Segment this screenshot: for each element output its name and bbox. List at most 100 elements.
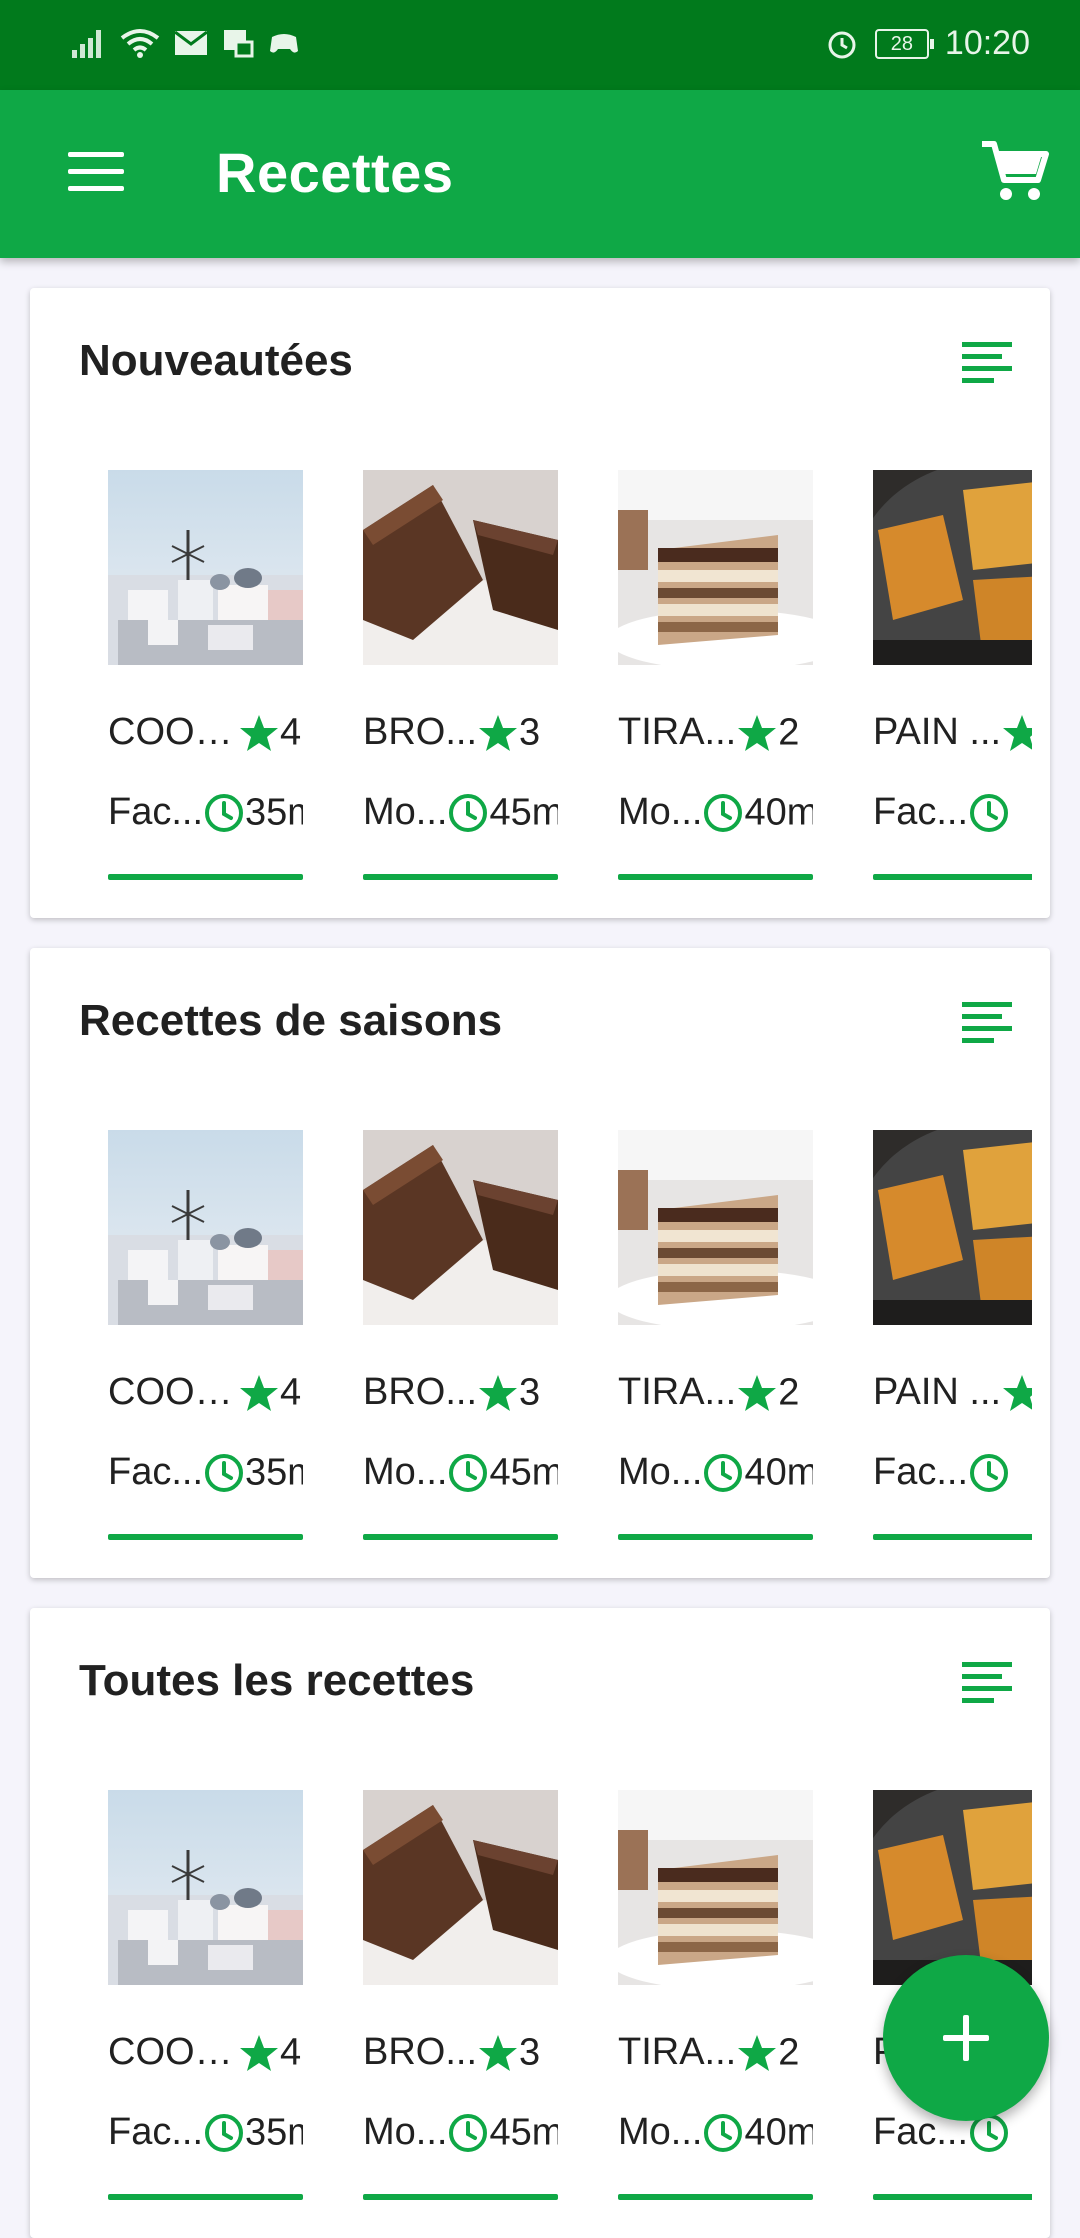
recipe-name: PAIN ... [873, 711, 1002, 754]
star-icon [240, 1374, 278, 1411]
status-bar: 28 10:20 [0, 0, 1080, 90]
recipe-name: BRO... [363, 2031, 478, 2074]
recipe-rating: 2 [778, 1371, 800, 1414]
recipe-image [363, 470, 558, 665]
section-title: Recettes de saisons [79, 996, 503, 1045]
recipe-underline [108, 1534, 303, 1540]
recipe-card[interactable]: TIRA... 2 Mo... 40m [618, 1130, 813, 1550]
recipe-difficulty: Fac... [108, 2111, 204, 2154]
clock-icon [205, 2113, 244, 2152]
recipe-card[interactable]: BRO... 3 Mo... 45m [363, 1790, 558, 2210]
recipe-name: TIRA... [618, 2031, 737, 2074]
recipe-difficulty: Fac... [108, 791, 204, 834]
clock-icon [970, 1453, 1009, 1492]
recipe-name: TIRA... [618, 711, 737, 754]
recipe-card[interactable]: COOK... 4 Fac... 35m [108, 1130, 303, 1550]
recipe-name-rating-row: PAIN ... [873, 1370, 1032, 1426]
recipe-name: PAIN ... [873, 1371, 1002, 1414]
battery-icon: 28 [874, 28, 934, 59]
add-recipe-button[interactable] [883, 1955, 1049, 2121]
recipe-name: COOK... [108, 2031, 238, 2074]
cart-icon[interactable] [980, 136, 1050, 206]
clock-icon [704, 1453, 743, 1492]
recipe-difficulty-time-row: Fac... 35m [108, 790, 303, 846]
recipe-name-rating-row: BRO... 3 [363, 2030, 558, 2086]
section-title: Nouveautées [79, 336, 353, 385]
mail-icon [174, 30, 208, 55]
alarm-icon [828, 31, 856, 58]
recipe-rating: 3 [519, 1371, 541, 1414]
status-time: 10:20 [944, 24, 1030, 62]
recipe-carousel[interactable]: COOK... 4 Fac... 35m BRO... 3 Mo... 45m [108, 470, 1032, 910]
recipe-name: BRO... [363, 1371, 478, 1414]
recipe-difficulty: Mo... [618, 791, 703, 834]
recipe-underline [873, 1534, 1032, 1540]
recipe-card[interactable]: BRO... 3 Mo... 45m [363, 1130, 558, 1550]
recipe-image [618, 1790, 813, 1985]
recipe-underline [363, 1534, 558, 1540]
recipe-name-rating-row: COOK... 4 [108, 2030, 303, 2086]
star-icon [738, 714, 777, 751]
recipe-image [108, 470, 303, 665]
recipe-name: TIRA... [618, 1371, 737, 1414]
recipe-image [108, 1790, 303, 1985]
recipe-rating: 2 [778, 2031, 800, 2074]
gamepad-icon [270, 34, 298, 53]
star-icon [479, 2034, 518, 2071]
star-icon [1003, 1374, 1032, 1411]
recipe-difficulty-time-row: Mo... 40m [618, 2110, 813, 2166]
recipe-difficulty: Mo... [618, 2111, 703, 2154]
recipe-name: BRO... [363, 711, 478, 754]
recipe-time: 40m [744, 791, 813, 834]
section-card: Nouveautées COOK... 4 Fac... 35m [30, 288, 1050, 918]
recipe-time: 35m [245, 791, 303, 834]
sort-icon[interactable] [960, 1000, 1014, 1050]
status-left-icons [72, 28, 300, 58]
recipe-card[interactable]: PAIN ... Fac... [873, 470, 1032, 890]
recipe-image [618, 470, 813, 665]
recipe-image [363, 1790, 558, 1985]
recipe-card[interactable]: COOK... 4 Fac... 35m [108, 470, 303, 890]
star-icon [738, 2034, 777, 2071]
recipe-carousel[interactable]: COOK... 4 Fac... 35m BRO... 3 Mo... 45m [108, 1130, 1032, 1570]
sort-icon[interactable] [960, 340, 1014, 390]
recipe-rating: 3 [519, 711, 541, 754]
recipe-image [873, 1130, 1032, 1325]
star-icon [479, 714, 518, 751]
clock-icon [449, 793, 488, 832]
recipe-name-rating-row: COOK... 4 [108, 710, 303, 766]
recipe-rating: 3 [519, 2031, 541, 2074]
recipe-underline [363, 874, 558, 880]
signal-icon [72, 30, 101, 58]
recipe-underline [873, 874, 1032, 880]
recipe-image [618, 1130, 813, 1325]
recipe-card[interactable]: COOK... 4 Fac... 35m [108, 1790, 303, 2210]
recipe-card[interactable]: BRO... 3 Mo... 45m [363, 470, 558, 890]
recipe-time: 35m [245, 1451, 303, 1494]
page-title: Recettes [216, 141, 454, 204]
recipe-difficulty-time-row: Mo... 45m [363, 1450, 558, 1506]
recipe-card[interactable]: PAIN ... Fac... [873, 1130, 1032, 1550]
sim-icon [224, 30, 254, 58]
recipe-difficulty: Mo... [363, 791, 448, 834]
recipe-time: 40m [744, 2111, 813, 2154]
section-title: Toutes les recettes [79, 1656, 475, 1705]
clock-icon [704, 2113, 743, 2152]
recipe-card[interactable]: TIRA... 2 Mo... 40m [618, 1790, 813, 2210]
section-card: Toutes les recettes COOK... 4 Fac... 35m [30, 1608, 1050, 2238]
recipe-underline [618, 1534, 813, 1540]
recipe-image [108, 1130, 303, 1325]
wifi-icon [120, 29, 160, 58]
recipe-difficulty: Mo... [618, 1451, 703, 1494]
recipe-time: 45m [489, 2111, 558, 2154]
recipe-underline [363, 2194, 558, 2200]
recipe-card[interactable]: TIRA... 2 Mo... 40m [618, 470, 813, 890]
star-icon [240, 2034, 278, 2071]
sort-icon[interactable] [960, 1660, 1014, 1710]
recipe-difficulty-time-row: Mo... 40m [618, 1450, 813, 1506]
menu-icon[interactable] [68, 152, 124, 192]
section-card: Recettes de saisons COOK... 4 Fac... 35m [30, 948, 1050, 1578]
recipe-time: 40m [744, 1451, 813, 1494]
recipe-time: 35m [245, 2111, 303, 2154]
recipe-rating: 4 [280, 2031, 302, 2074]
